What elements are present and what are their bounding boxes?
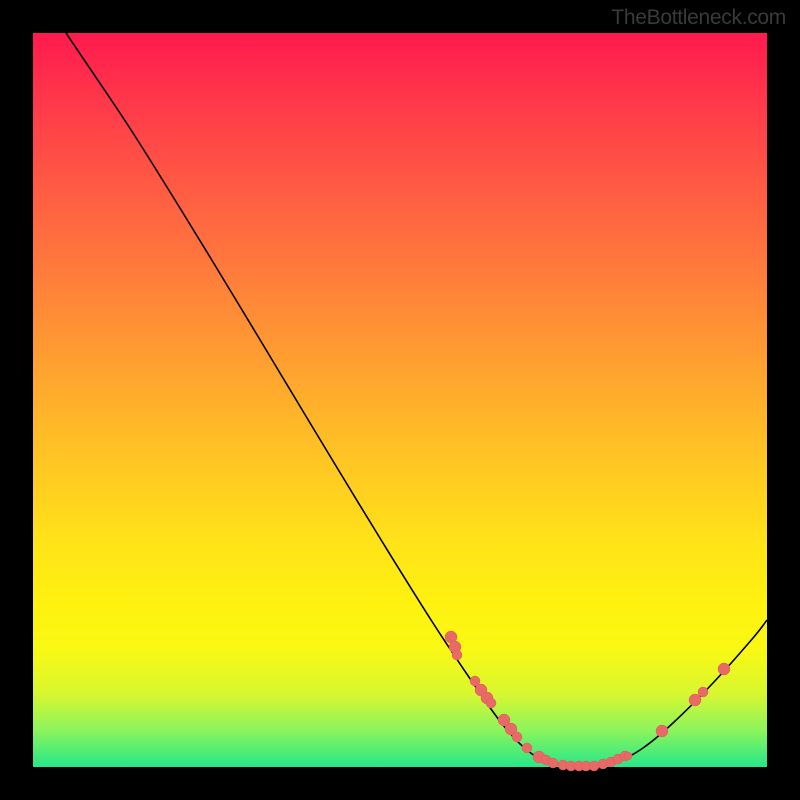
data-point	[589, 761, 599, 771]
chart-plot-area	[33, 33, 767, 767]
data-point	[486, 698, 496, 708]
data-point	[548, 758, 558, 768]
data-point	[718, 663, 730, 675]
data-point	[689, 694, 701, 706]
data-point	[698, 687, 708, 697]
watermark-text: TheBottleneck.com	[611, 6, 786, 30]
chart-svg	[33, 33, 767, 767]
data-point	[624, 752, 632, 760]
data-points-group	[445, 631, 730, 771]
data-point	[522, 743, 532, 753]
data-point	[452, 650, 462, 660]
data-point	[656, 725, 668, 737]
data-point	[512, 732, 522, 742]
bottleneck-curve	[66, 33, 767, 767]
